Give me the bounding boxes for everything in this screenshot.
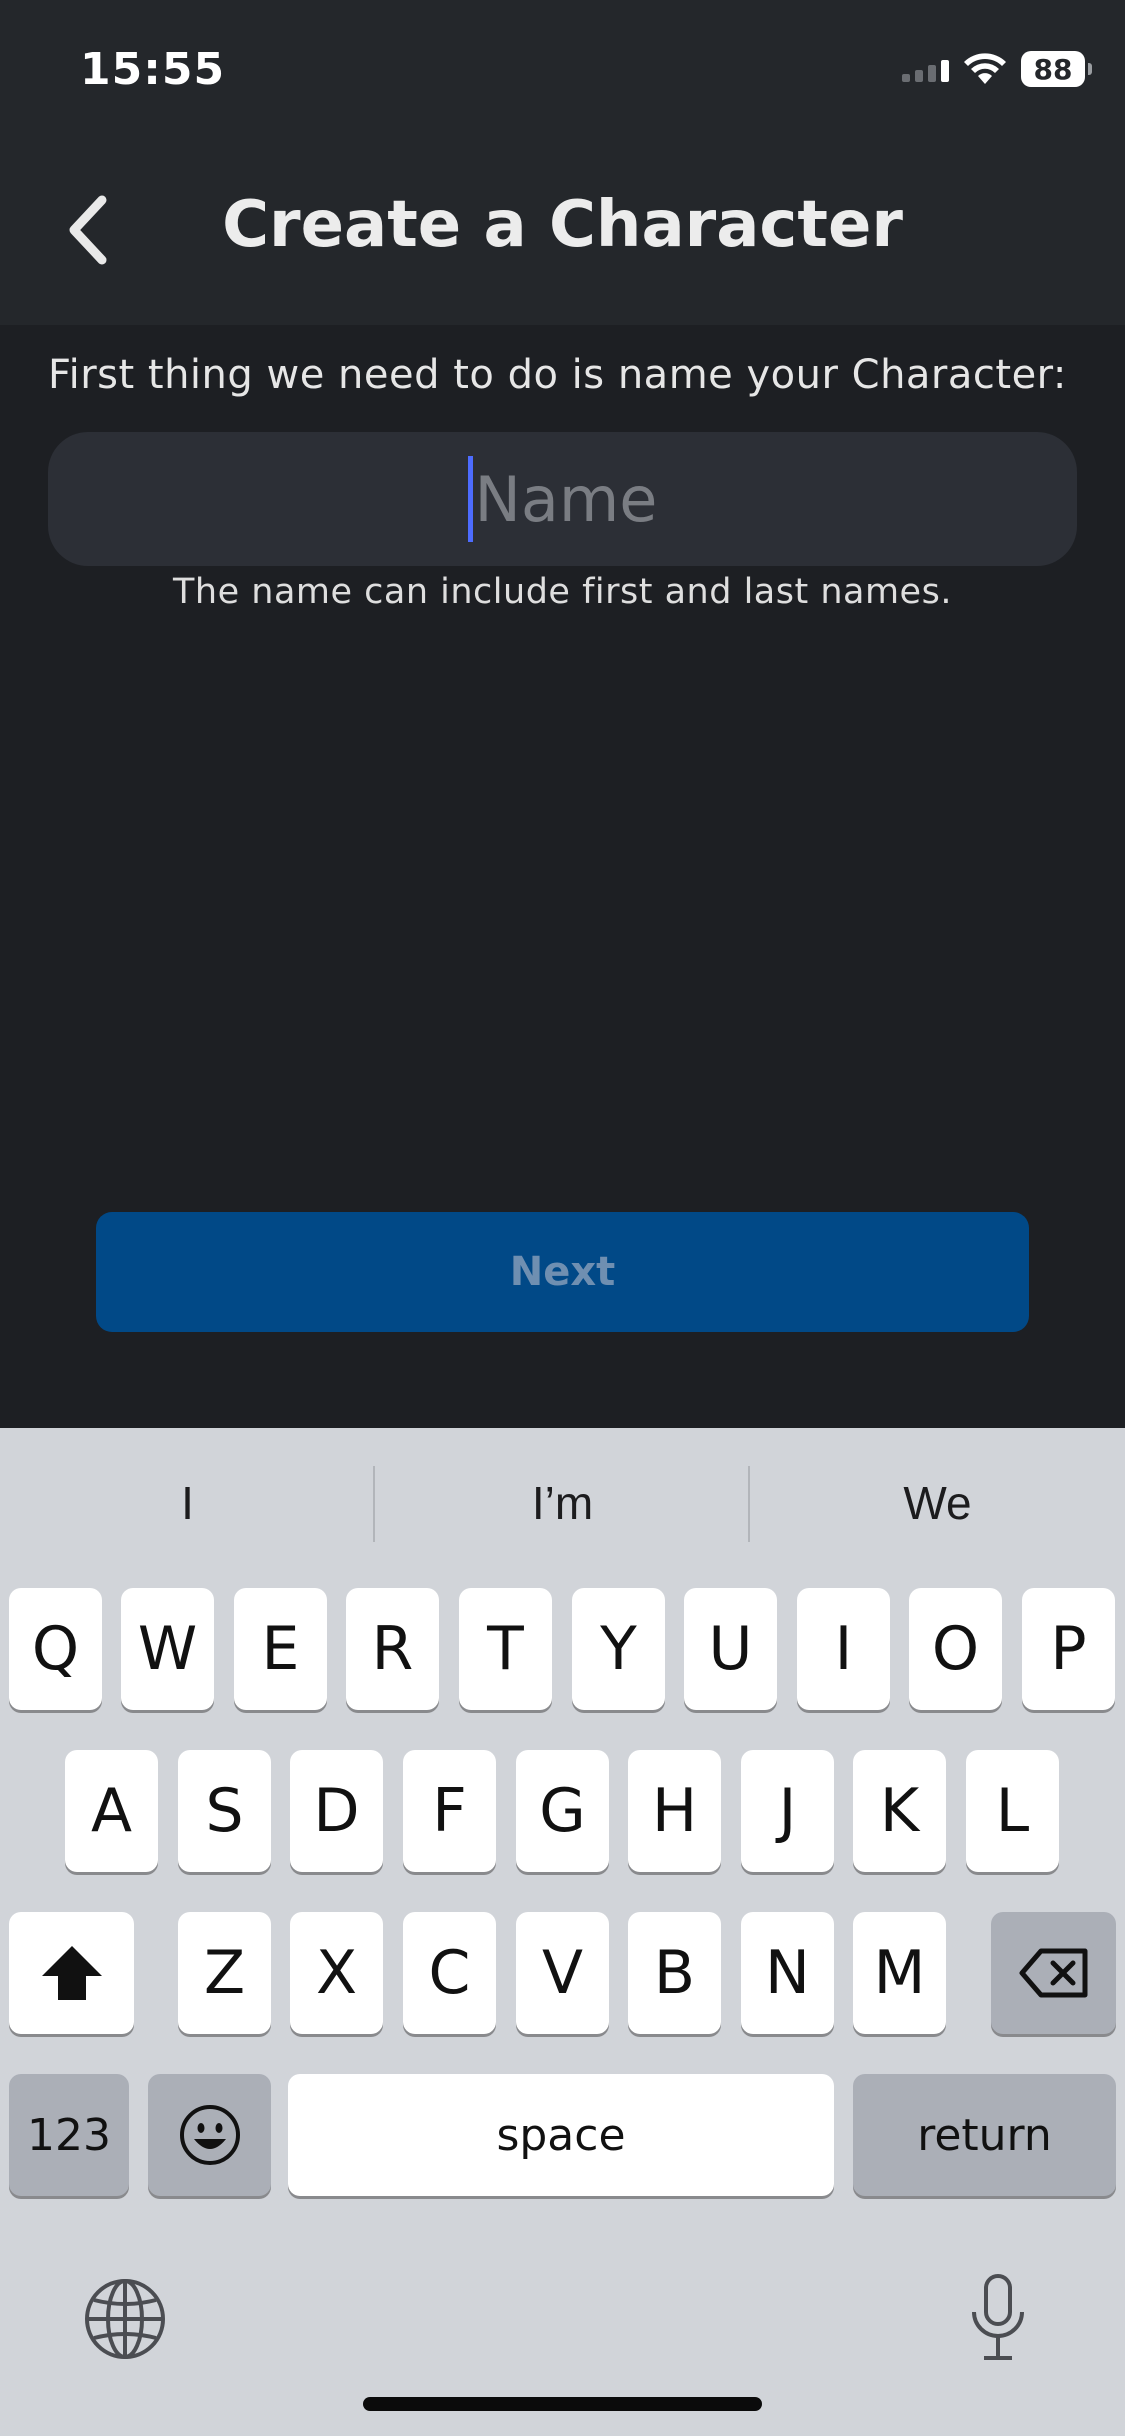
backspace-icon bbox=[1019, 1948, 1087, 1998]
key-f[interactable]: F bbox=[403, 1750, 496, 1872]
battery-icon: 88 bbox=[1021, 51, 1092, 87]
globe-icon bbox=[85, 2279, 165, 2359]
name-input[interactable]: Name bbox=[48, 432, 1077, 566]
return-key[interactable]: return bbox=[853, 2074, 1116, 2196]
microphone-icon bbox=[972, 2274, 1024, 2360]
key-q[interactable]: Q bbox=[9, 1588, 102, 1710]
key-e[interactable]: E bbox=[234, 1588, 327, 1710]
key-l[interactable]: L bbox=[966, 1750, 1059, 1872]
suggestion-1[interactable]: I bbox=[0, 1428, 375, 1578]
shift-icon bbox=[41, 1946, 102, 2000]
name-placeholder: Name bbox=[474, 462, 658, 536]
emoji-key[interactable] bbox=[148, 2074, 271, 2196]
key-t[interactable]: T bbox=[459, 1588, 552, 1710]
key-z[interactable]: Z bbox=[178, 1912, 271, 2034]
key-k[interactable]: K bbox=[853, 1750, 946, 1872]
key-v[interactable]: V bbox=[516, 1912, 609, 2034]
key-r[interactable]: R bbox=[346, 1588, 439, 1710]
emoji-icon bbox=[179, 2105, 240, 2165]
key-u[interactable]: U bbox=[684, 1588, 777, 1710]
space-key[interactable]: space bbox=[288, 2074, 834, 2196]
key-y[interactable]: Y bbox=[572, 1588, 665, 1710]
key-x[interactable]: X bbox=[290, 1912, 383, 2034]
key-o[interactable]: O bbox=[909, 1588, 1002, 1710]
status-time: 15:55 bbox=[80, 44, 226, 95]
globe-button[interactable] bbox=[82, 2276, 168, 2367]
key-i[interactable]: I bbox=[797, 1588, 890, 1710]
text-caret bbox=[467, 456, 473, 542]
cellular-signal-icon bbox=[902, 56, 949, 82]
delete-key[interactable] bbox=[991, 1912, 1116, 2034]
key-g[interactable]: G bbox=[516, 1750, 609, 1872]
key-c[interactable]: C bbox=[403, 1912, 496, 2034]
keyboard: I I’m We Q W E R T Y U I O P A S D F G H… bbox=[0, 1428, 1125, 2436]
suggestion-2[interactable]: I’m bbox=[375, 1428, 750, 1578]
key-s[interactable]: S bbox=[178, 1750, 271, 1872]
key-a[interactable]: A bbox=[65, 1750, 158, 1872]
next-button[interactable]: Next bbox=[96, 1212, 1029, 1332]
key-w[interactable]: W bbox=[121, 1588, 214, 1710]
key-h[interactable]: H bbox=[628, 1750, 721, 1872]
key-d[interactable]: D bbox=[290, 1750, 383, 1872]
key-j[interactable]: J bbox=[741, 1750, 834, 1872]
name-prompt: First thing we need to do is name your C… bbox=[48, 352, 1067, 398]
key-p[interactable]: P bbox=[1022, 1588, 1115, 1710]
header: 15:55 88 Create a Character bbox=[0, 0, 1125, 325]
name-hint: The name can include first and last name… bbox=[173, 572, 952, 612]
key-b[interactable]: B bbox=[628, 1912, 721, 2034]
suggestion-3[interactable]: We bbox=[750, 1428, 1125, 1578]
page-title: Create a Character bbox=[222, 188, 903, 262]
status-indicators: 88 bbox=[902, 48, 1092, 90]
suggestion-bar: I I’m We bbox=[0, 1428, 1125, 1578]
dictation-button[interactable] bbox=[968, 2272, 1028, 2369]
home-indicator[interactable] bbox=[363, 2397, 762, 2411]
numbers-key[interactable]: 123 bbox=[9, 2074, 129, 2196]
wifi-icon bbox=[964, 53, 1006, 84]
shift-key[interactable] bbox=[9, 1912, 134, 2034]
key-n[interactable]: N bbox=[741, 1912, 834, 2034]
key-m[interactable]: M bbox=[853, 1912, 946, 2034]
